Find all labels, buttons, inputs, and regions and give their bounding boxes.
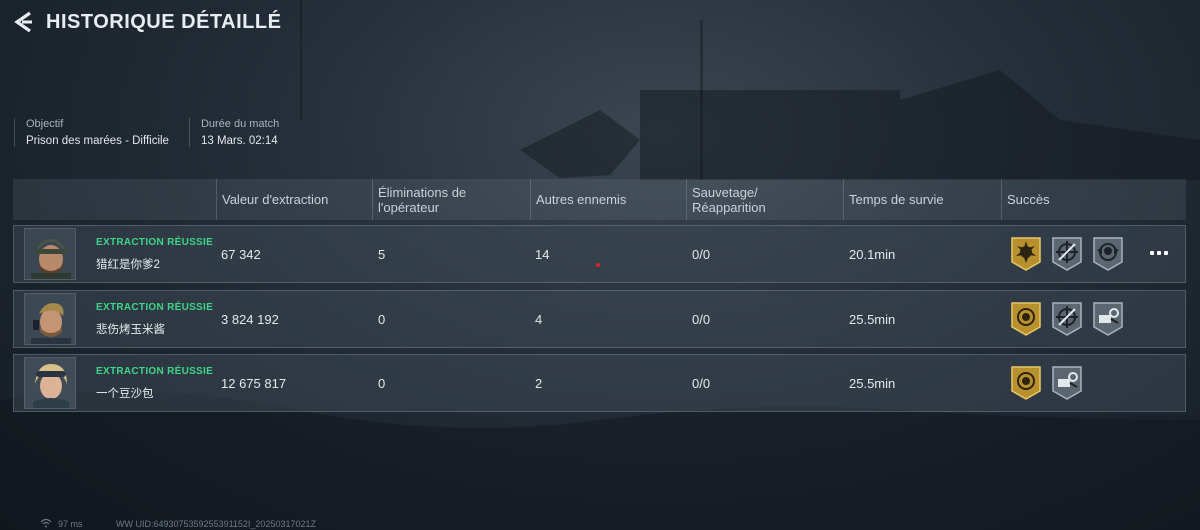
extraction-status: EXTRACTION RÉUSSIE xyxy=(96,237,214,248)
achievement-badges xyxy=(1009,301,1125,337)
operator-kills: 0 xyxy=(378,375,386,391)
operator-avatar xyxy=(24,357,76,409)
extraction-value: 67 342 xyxy=(221,246,261,262)
operator-avatar xyxy=(24,293,76,345)
player-name: 一个豆沙包 xyxy=(96,388,154,400)
operator-kills: 5 xyxy=(378,246,386,262)
page-title: HISTORIQUE DÉTAILLÉ xyxy=(46,10,282,33)
column-header-operator-kills: Éliminations de l'opérateur xyxy=(372,179,466,220)
footer: 97 ms WW UID:6493075359255391152I_202503… xyxy=(0,516,1200,530)
other-enemies: 14 xyxy=(535,246,550,262)
back-arrow-icon[interactable] xyxy=(10,8,36,36)
rescue-respawn: 0/0 xyxy=(692,246,711,262)
table-row[interactable]: EXTRACTION RÉUSSIE 猎红是你爹2 67 342 5 14 0/… xyxy=(13,225,1186,283)
other-enemies: 4 xyxy=(535,311,543,327)
survival-time: 25.5min xyxy=(849,375,896,391)
operator-kills: 0 xyxy=(378,311,386,327)
extraction-value: 12 675 817 xyxy=(221,375,287,391)
objective-value: Prison des marées - Difficile xyxy=(26,135,169,147)
column-header-survival-time: Temps de survie xyxy=(843,179,944,220)
skull-wings-badge-icon[interactable] xyxy=(1091,236,1125,272)
extraction-status: EXTRACTION RÉUSSIE xyxy=(96,366,214,377)
match-info: Objectif Prison des marées - Difficile D… xyxy=(14,118,291,147)
rescue-respawn: 0/0 xyxy=(692,311,711,327)
player-name: 悲伤烤玉米酱 xyxy=(96,324,165,336)
ping-readout: 97 ms xyxy=(58,519,83,529)
objective-block: Objectif Prison des marées - Difficile xyxy=(14,118,181,147)
other-enemies: 2 xyxy=(535,375,543,391)
column-header-rescue-respawn: Sauvetage/Réapparition xyxy=(686,179,766,220)
marker-dot xyxy=(596,263,600,267)
match-duration-block: Durée du match 13 Mars. 02:14 xyxy=(188,118,291,147)
gear-hand-badge-icon[interactable] xyxy=(1091,301,1125,337)
uid-readout: WW UID:6493075359255391152I_20250317021Z xyxy=(116,519,316,529)
gear-hand-badge-icon[interactable] xyxy=(1050,365,1084,401)
gold-emblem-badge-icon[interactable] xyxy=(1009,365,1043,401)
top-bar: HISTORIQUE DÉTAILLÉ xyxy=(10,8,281,36)
player-name: 猎红是你爹2 xyxy=(96,259,160,271)
extraction-status: EXTRACTION RÉUSSIE xyxy=(96,302,214,313)
wifi-icon xyxy=(40,518,52,528)
match-duration-value: 13 Mars. 02:14 xyxy=(200,135,278,147)
crosshair-badge-icon[interactable] xyxy=(1050,236,1084,272)
objective-label: Objectif xyxy=(26,118,64,130)
survival-time: 20.1min xyxy=(849,246,896,262)
gold-emblem-badge-icon[interactable] xyxy=(1009,301,1043,337)
match-duration-label: Durée du match xyxy=(200,118,280,130)
column-header-extraction-value: Valeur d'extraction xyxy=(216,179,328,220)
achievement-badges xyxy=(1009,365,1084,401)
gold-sun-badge-icon[interactable] xyxy=(1009,236,1043,272)
column-header-other-enemies: Autres ennemis xyxy=(530,179,626,220)
column-header-achievements: Succès xyxy=(1001,179,1050,220)
achievement-badges xyxy=(1009,236,1125,272)
table-header: Valeur d'extraction Éliminations de l'opé… xyxy=(13,179,1186,220)
extraction-value: 3 824 192 xyxy=(221,311,279,327)
table-row[interactable]: EXTRACTION RÉUSSIE 一个豆沙包 12 675 817 0 2 … xyxy=(13,354,1186,412)
crosshair-badge-icon[interactable] xyxy=(1050,301,1084,337)
survival-time: 25.5min xyxy=(849,311,896,327)
more-options-button[interactable] xyxy=(1146,245,1172,261)
table-row[interactable]: EXTRACTION RÉUSSIE 悲伤烤玉米酱 3 824 192 0 4 … xyxy=(13,290,1186,348)
rescue-respawn: 0/0 xyxy=(692,375,711,391)
operator-avatar xyxy=(24,228,76,280)
